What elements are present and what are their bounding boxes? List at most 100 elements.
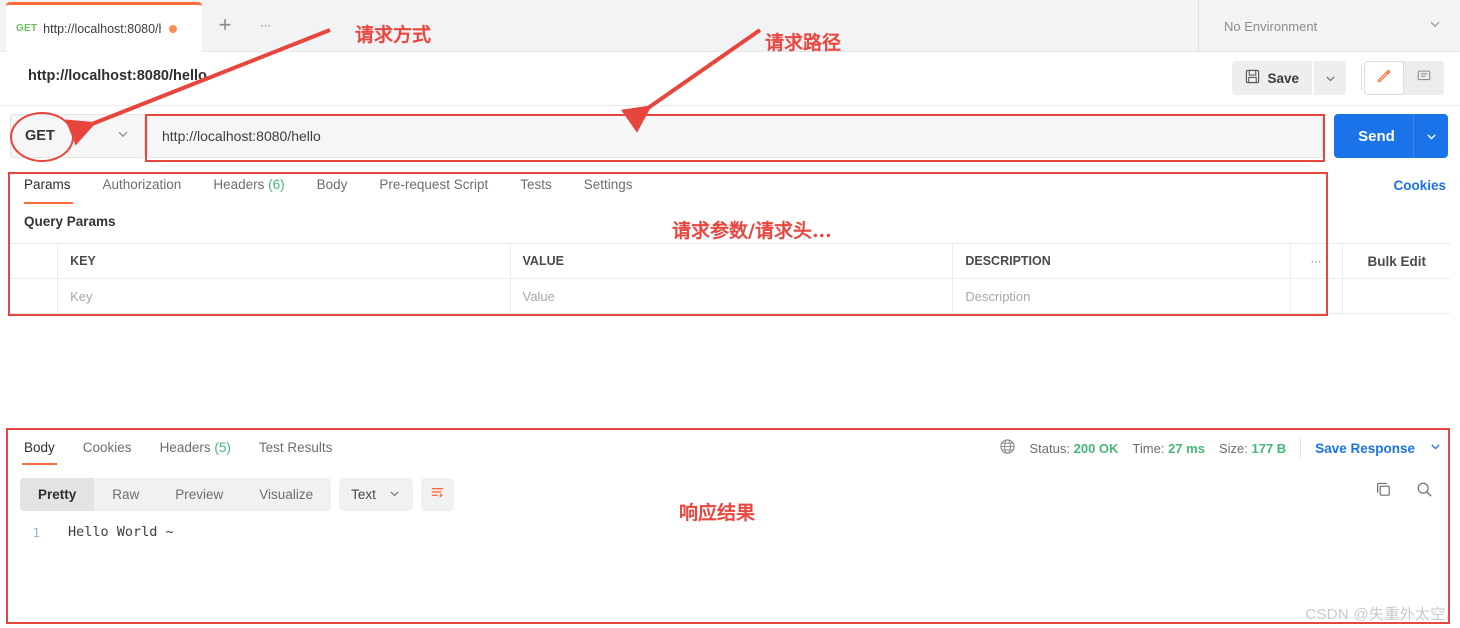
row-spacer — [1343, 279, 1450, 314]
http-method-select[interactable]: GET — [10, 114, 145, 158]
divider — [1361, 66, 1362, 90]
tab-label: Settings — [584, 177, 633, 192]
row-spacer — [1291, 279, 1344, 314]
size-label: Size: — [1219, 441, 1248, 456]
wrap-lines-button[interactable] — [421, 478, 454, 511]
time-badge: Time: 27 ms — [1132, 441, 1205, 456]
tab-label: Body — [317, 177, 348, 192]
tab-pre-request-script[interactable]: Pre-request Script — [363, 172, 504, 202]
tab-count: (6) — [268, 177, 285, 192]
time-label: Time: — [1132, 441, 1164, 456]
tab-label: Headers — [213, 177, 264, 192]
comment-icon — [1416, 68, 1432, 89]
tab-body[interactable]: Body — [301, 172, 364, 202]
response-tab-headers[interactable]: Headers (5) — [146, 436, 245, 464]
chevron-down-icon — [1428, 17, 1442, 36]
tab-headers[interactable]: Headers (6) — [197, 172, 300, 202]
tab-settings[interactable]: Settings — [568, 172, 649, 202]
size-badge: Size: 177 B — [1219, 441, 1286, 456]
status-badge: Status: 200 OK — [1030, 441, 1119, 456]
param-description-input[interactable]: Description — [965, 289, 1030, 304]
environment-selector[interactable]: No Environment — [1210, 0, 1460, 52]
query-params-table: KEY VALUE DESCRIPTION ⋯ Bulk Edit Key Va… — [10, 243, 1450, 315]
save-options-button[interactable] — [1314, 61, 1346, 95]
tab-label: Body — [24, 440, 55, 455]
response-meta: Status: 200 OK Time: 27 ms Size: 177 B S… — [999, 438, 1442, 458]
page-title: http://localhost:8080/hello — [28, 68, 207, 84]
tab-tests[interactable]: Tests — [504, 172, 568, 202]
row-checkbox-cell[interactable] — [10, 279, 58, 314]
view-mode-visualize[interactable]: Visualize — [241, 478, 331, 511]
request-tab-item[interactable]: GET http://localhost:8080/h — [6, 2, 202, 52]
send-button-group: Send — [1334, 114, 1448, 158]
bulk-edit-button[interactable]: Bulk Edit — [1367, 254, 1426, 269]
send-button[interactable]: Send — [1334, 128, 1413, 145]
postman-window: GET http://localhost:8080/h + ⋯ No Envir… — [0, 0, 1460, 628]
view-mode-preview[interactable]: Preview — [157, 478, 241, 511]
watermark: CSDN @失重外太空. — [1305, 603, 1450, 624]
send-options-button[interactable] — [1414, 130, 1448, 143]
tab-params[interactable]: Params — [10, 172, 87, 202]
tab-authorization[interactable]: Authorization — [87, 172, 198, 202]
request-tabs: Params Authorization Headers (6) Body Pr… — [10, 172, 1330, 206]
table-header-row: KEY VALUE DESCRIPTION ⋯ Bulk Edit — [10, 244, 1450, 279]
query-params-title: Query Params — [24, 214, 116, 229]
tab-label: Pre-request Script — [379, 177, 488, 192]
header-icon-group — [1364, 61, 1444, 95]
save-label: Save — [1267, 71, 1299, 86]
size-value: 177 B — [1251, 441, 1286, 456]
response-tab-test-results[interactable]: Test Results — [245, 436, 347, 464]
tab-count: (5) — [214, 440, 231, 455]
format-select[interactable]: Text — [339, 478, 413, 511]
view-mode-raw[interactable]: Raw — [94, 478, 157, 511]
comment-button[interactable] — [1404, 61, 1444, 95]
search-icon[interactable] — [1415, 480, 1434, 504]
table-options-icon[interactable]: ⋯ — [1291, 244, 1344, 279]
column-header-key: KEY — [70, 254, 96, 268]
save-response-caret-icon[interactable] — [1429, 440, 1442, 456]
unsaved-dot-icon — [169, 25, 177, 33]
time-value: 27 ms — [1168, 441, 1205, 456]
response-actions — [1374, 480, 1434, 504]
url-bar-row: GET http://localhost:8080/hello Send — [0, 110, 1460, 166]
tab-label: Authorization — [103, 177, 182, 192]
format-label: Text — [351, 487, 376, 502]
select-all-cell[interactable] — [10, 244, 58, 279]
column-header-description: DESCRIPTION — [965, 254, 1050, 268]
tab-label: Tests — [520, 177, 552, 192]
line-content: Hello World ~ — [54, 524, 174, 540]
table-row: Key Value Description — [10, 279, 1450, 314]
annotation-params-note: 请求参数/请求头... — [672, 216, 832, 243]
status-label: Status: — [1030, 441, 1070, 456]
response-body-toolbar: Pretty Raw Preview Visualize Text — [20, 478, 454, 511]
chevron-down-icon — [116, 127, 130, 146]
tab-name-label: http://localhost:8080/h — [43, 22, 161, 36]
view-mode-pretty[interactable]: Pretty — [20, 478, 94, 511]
response-tab-body[interactable]: Body — [10, 436, 69, 464]
environment-label: No Environment — [1224, 19, 1317, 34]
response-tabs: Body Cookies Headers (5) Test Results — [10, 436, 346, 464]
line-number: 1 — [12, 525, 54, 540]
edit-button[interactable] — [1364, 61, 1404, 95]
divider — [1198, 0, 1199, 52]
save-button[interactable]: Save — [1232, 61, 1312, 95]
code-line: 1 Hello World ~ — [12, 520, 1442, 544]
new-tab-button[interactable]: + — [210, 10, 240, 40]
globe-icon — [999, 438, 1016, 458]
cookies-link[interactable]: Cookies — [1393, 178, 1446, 193]
param-value-input[interactable]: Value — [523, 289, 555, 304]
copy-icon[interactable] — [1374, 480, 1393, 504]
status-value: 200 OK — [1074, 441, 1119, 456]
param-key-input[interactable]: Key — [70, 289, 92, 304]
save-group: Save — [1232, 61, 1346, 95]
tab-label: Cookies — [83, 440, 132, 455]
tab-options-icon[interactable]: ⋯ — [250, 12, 282, 38]
tab-label: Test Results — [259, 440, 333, 455]
response-tab-cookies[interactable]: Cookies — [69, 436, 146, 464]
column-header-value: VALUE — [523, 254, 564, 268]
save-response-button[interactable]: Save Response — [1315, 441, 1415, 456]
url-input[interactable]: http://localhost:8080/hello — [147, 114, 1323, 158]
tab-label: Headers — [160, 440, 211, 455]
tab-method-label: GET — [16, 23, 37, 34]
response-body-code[interactable]: 1 Hello World ~ — [12, 520, 1442, 544]
